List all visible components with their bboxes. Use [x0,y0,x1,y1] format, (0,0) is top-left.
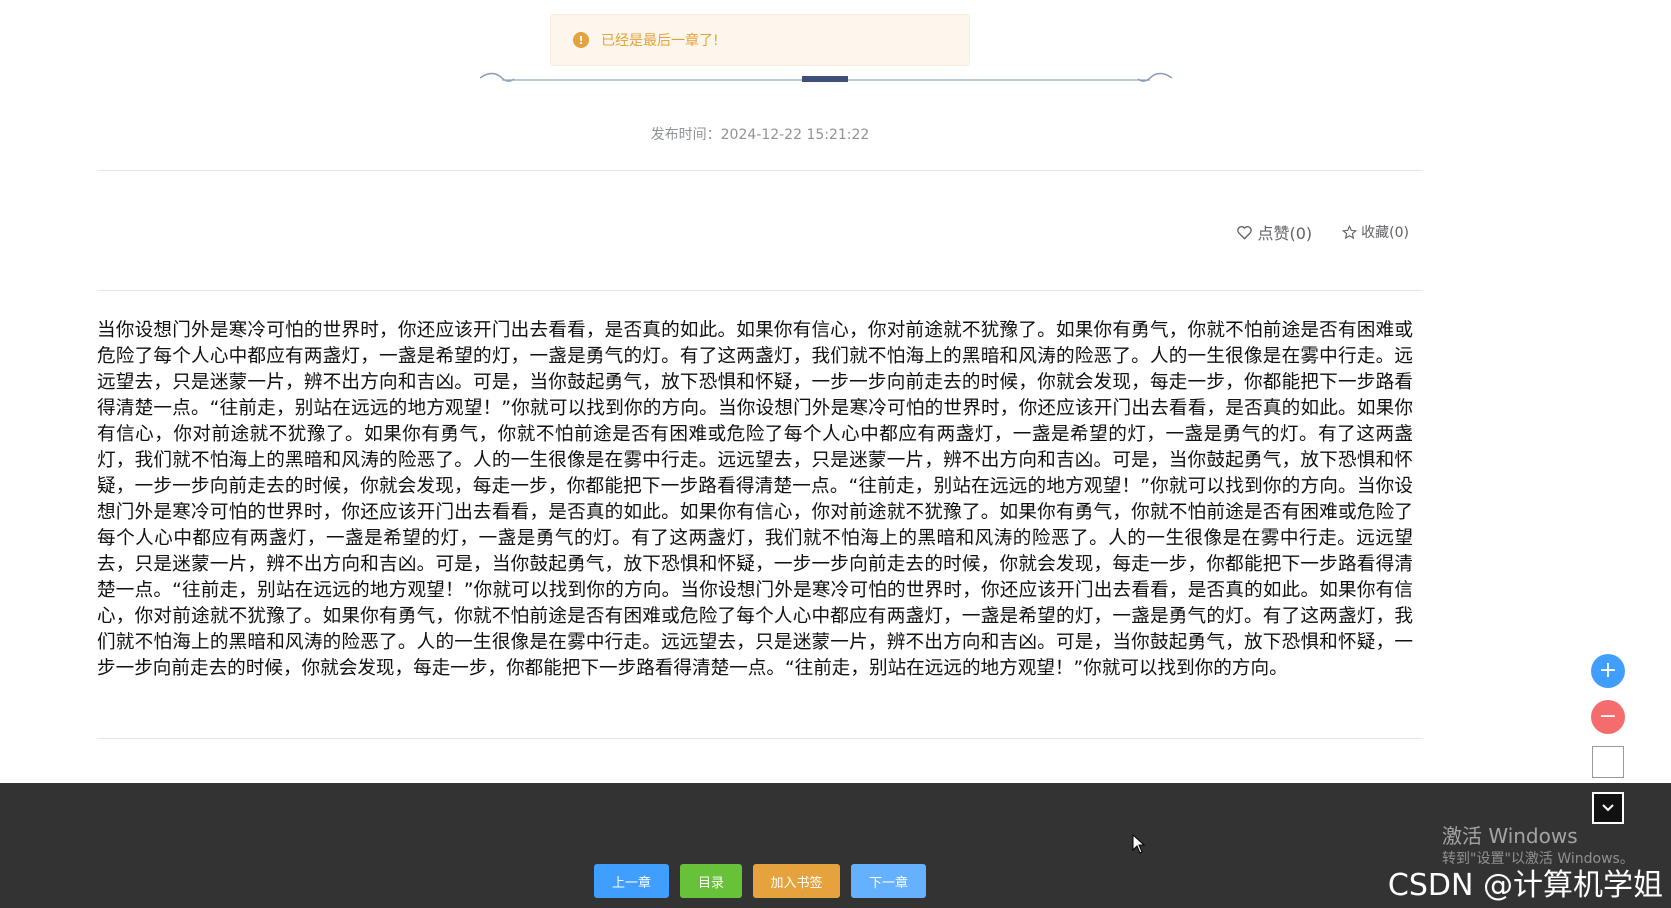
toast-message: 已经是最后一章了! [601,33,719,49]
csdn-watermark: CSDN @计算机学姐 [1387,868,1663,903]
plus-icon: + [1598,658,1618,683]
prev-chapter-button[interactable]: 上一章 [594,864,669,898]
like-label: 点赞(0) [1257,224,1313,243]
divider [97,290,1423,291]
mouse-cursor-icon [1132,834,1146,854]
chevron-down-icon [1602,804,1614,812]
next-chapter-button[interactable]: 下一章 [851,864,926,898]
minus-icon: − [1598,704,1618,729]
heart-icon [1237,225,1253,240]
dark-theme-button[interactable] [1592,792,1624,824]
add-bookmark-button[interactable]: 加入书签 [753,864,840,898]
divider [97,738,1423,739]
warning-circle-icon: ! [573,32,589,48]
article-actions: 点赞(0) 收藏(0) [1236,220,1409,244]
toc-button[interactable]: 目录 [680,864,742,898]
title-divider-ornament [480,72,1172,82]
chapter-content: 当你设想门外是寒冷可怕的世界时，你还应该开门出去看看，是否真的如此。如果你有信心… [97,320,1413,679]
divider [97,170,1423,171]
light-theme-button[interactable] [1592,746,1624,778]
like-button[interactable]: 点赞(0) [1236,220,1312,244]
collect-label: 收藏(0) [1361,225,1409,241]
activate-windows-title: 激活 Windows [1442,824,1578,848]
star-icon [1342,224,1358,239]
collect-button[interactable]: 收藏(0) [1342,222,1409,242]
publish-time: 发布时间：2024-12-22 15:21:22 [650,127,870,143]
zoom-out-button[interactable]: − [1591,700,1625,734]
zoom-in-button[interactable]: + [1591,654,1625,688]
warning-toast: ! 已经是最后一章了! [550,14,970,66]
